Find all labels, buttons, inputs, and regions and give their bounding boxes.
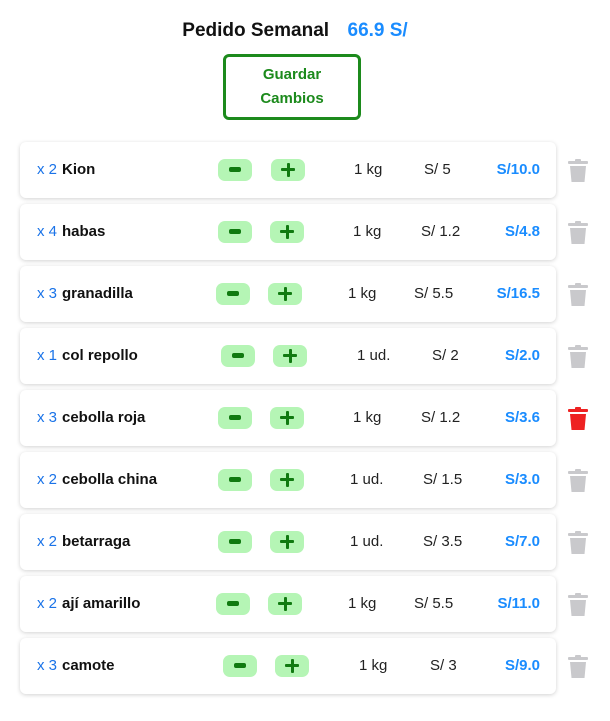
increase-quantity-button[interactable] [268, 283, 302, 305]
item-unit: 1 ud. [350, 533, 384, 550]
item-unit: 1 kg [353, 223, 382, 240]
item-unit-price: S/ 1.5 [423, 471, 463, 488]
item-quantity: x 2 [37, 161, 58, 178]
item-name: cebolla china [62, 471, 158, 488]
item-name: cebolla roja [62, 409, 146, 426]
order-item-row: x 2 betarraga 1 ud. S/ 3.5 S/7.0 [20, 514, 588, 570]
trash-icon[interactable] [567, 593, 589, 617]
order-item-row: x 2 cebolla china 1 ud. S/ 1.5 S/3.0 [20, 452, 588, 508]
order-item-row: x 3 cebolla roja 1 kg S/ 1.2 S/3.6 [20, 390, 588, 446]
decrease-quantity-button[interactable] [221, 345, 255, 367]
item-unit-price: S/ 5.5 [414, 285, 454, 302]
order-item-row: x 3 camote 1 kg S/ 3 S/9.0 [20, 638, 588, 694]
item-quantity: x 3 [37, 285, 58, 302]
order-item-row: x 3 granadilla 1 kg S/ 5.5 S/16.5 [20, 266, 588, 322]
item-subtotal: S/16.5 [496, 285, 540, 302]
item-unit: 1 kg [348, 285, 377, 302]
item-name: betarraga [62, 533, 131, 550]
item-quantity: x 1 [37, 347, 58, 364]
item-subtotal: S/9.0 [504, 657, 540, 674]
item-subtotal: S/11.0 [497, 595, 540, 612]
order-item-row: x 1 col repollo 1 ud. S/ 2 S/2.0 [20, 328, 588, 384]
item-unit-price: S/ 1.2 [421, 409, 461, 426]
decrease-quantity-button[interactable] [223, 655, 257, 677]
increase-quantity-button[interactable] [270, 221, 304, 243]
decrease-quantity-button[interactable] [216, 593, 250, 615]
item-subtotal: S/3.0 [504, 471, 540, 488]
page-header: Pedido Semanal 66.9 S/ [0, 20, 590, 42]
item-quantity: x 2 [37, 471, 58, 488]
page-title: Pedido Semanal [182, 20, 330, 41]
trash-icon[interactable] [567, 531, 589, 555]
item-name: Kion [62, 161, 96, 178]
item-subtotal: S/7.0 [504, 533, 540, 550]
decrease-quantity-button[interactable] [218, 531, 252, 553]
increase-quantity-button[interactable] [270, 469, 304, 491]
item-unit: 1 kg [354, 161, 383, 178]
save-label-line2: Cambios [260, 90, 324, 107]
save-changes-button[interactable]: Guardar Cambios [223, 54, 361, 120]
order-item-list: x 2 Kion 1 kg S/ 5 S/10.0 x 4 habas 1 kg S/ 1.2 S… [20, 142, 588, 700]
item-quantity: x 3 [37, 657, 58, 674]
item-quantity: x 2 [37, 533, 58, 550]
increase-quantity-button[interactable] [271, 159, 305, 181]
save-label-line1: Guardar [262, 66, 322, 83]
save-button-label: Guardar Cambios [260, 63, 323, 111]
order-item-row: x 2 ají amarillo 1 kg S/ 5.5 S/11.0 [20, 576, 588, 632]
item-unit-price: S/ 2 [432, 347, 459, 364]
order-item-row: x 2 Kion 1 kg S/ 5 S/10.0 [20, 142, 588, 198]
increase-quantity-button[interactable] [273, 345, 307, 367]
item-unit: 1 kg [359, 657, 388, 674]
trash-icon[interactable] [567, 159, 589, 183]
order-total: 66.9 S/ [347, 20, 408, 41]
item-unit-price: S/ 5 [424, 161, 451, 178]
item-name: ají amarillo [62, 595, 141, 612]
item-unit: 1 kg [353, 409, 382, 426]
trash-icon[interactable] [567, 407, 589, 431]
increase-quantity-button[interactable] [268, 593, 302, 615]
item-quantity: x 2 [37, 595, 58, 612]
item-name: camote [62, 657, 115, 674]
increase-quantity-button[interactable] [270, 531, 304, 553]
item-subtotal: S/10.0 [496, 161, 540, 178]
order-item-row: x 4 habas 1 kg S/ 1.2 S/4.8 [20, 204, 588, 260]
item-quantity: x 4 [37, 223, 58, 240]
trash-icon[interactable] [567, 469, 589, 493]
decrease-quantity-button[interactable] [218, 407, 252, 429]
item-unit-price: S/ 3.5 [423, 533, 463, 550]
trash-icon[interactable] [567, 655, 589, 679]
decrease-quantity-button[interactable] [218, 221, 252, 243]
decrease-quantity-button[interactable] [218, 159, 252, 181]
item-subtotal: S/2.0 [504, 347, 540, 364]
item-subtotal: S/3.6 [504, 409, 540, 426]
item-name: habas [62, 223, 106, 240]
trash-icon[interactable] [567, 283, 589, 307]
item-unit-price: S/ 3 [430, 657, 457, 674]
item-name: granadilla [62, 285, 133, 302]
decrease-quantity-button[interactable] [218, 469, 252, 491]
item-unit: 1 ud. [350, 471, 384, 488]
trash-icon[interactable] [567, 345, 589, 369]
item-name: col repollo [62, 347, 138, 364]
increase-quantity-button[interactable] [270, 407, 304, 429]
item-unit-price: S/ 1.2 [421, 223, 461, 240]
increase-quantity-button[interactable] [275, 655, 309, 677]
item-quantity: x 3 [37, 409, 58, 426]
item-subtotal: S/4.8 [504, 223, 540, 240]
item-unit: 1 ud. [357, 347, 391, 364]
decrease-quantity-button[interactable] [216, 283, 250, 305]
item-unit: 1 kg [348, 595, 377, 612]
item-unit-price: S/ 5.5 [414, 595, 454, 612]
trash-icon[interactable] [567, 221, 589, 245]
